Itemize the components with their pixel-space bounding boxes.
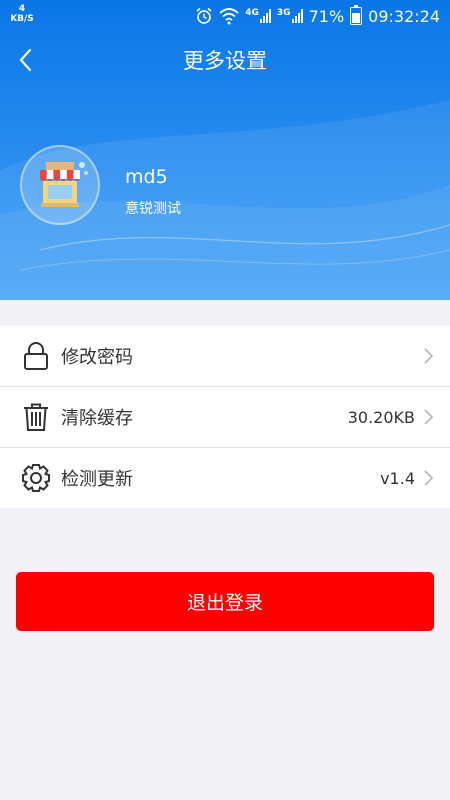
signal-4g: 4G xyxy=(245,9,271,23)
avatar xyxy=(20,145,100,225)
storefront-icon xyxy=(40,162,88,207)
network-speed: 4 KB/S xyxy=(10,4,34,24)
network-speed-value: 4 xyxy=(18,4,26,14)
chevron-right-icon xyxy=(424,470,434,486)
clock: 09:32:24 xyxy=(368,6,440,26)
network-speed-unit: KB/S xyxy=(10,14,34,24)
settings-row-label: 检测更新 xyxy=(61,469,133,490)
username: md5 xyxy=(125,166,168,188)
logout-button[interactable]: 退出登录 xyxy=(16,572,434,631)
signal-bars-icon xyxy=(291,9,303,23)
status-bar: 4 KB/S 4G 3G 71% 09:32:24 xyxy=(0,0,450,32)
profile-header: 4 KB/S 4G 3G 71% 09:32:24 更多设置 md5 意锐测试 xyxy=(0,0,450,300)
status-icons: 4G 3G 71% 09:32:24 xyxy=(195,5,440,27)
chevron-right-icon xyxy=(424,348,434,364)
settings-row-check-update[interactable]: 检测更新 v1.4 xyxy=(0,447,450,508)
company-name: 意锐测试 xyxy=(125,201,181,217)
battery-icon xyxy=(350,5,363,25)
signal-3g: 3G xyxy=(277,9,303,23)
settings-list: 修改密码 清除缓存 30.20KB 检测更新 v1.4 xyxy=(0,326,450,508)
battery-percent: 71% xyxy=(308,6,345,26)
wifi-icon xyxy=(219,8,239,25)
lock-icon xyxy=(24,342,48,370)
signal-bars-icon xyxy=(259,9,271,23)
cache-size: 30.20KB xyxy=(347,407,415,427)
settings-row-label: 修改密码 xyxy=(61,347,133,368)
settings-row-change-password[interactable]: 修改密码 xyxy=(0,326,450,386)
gear-icon xyxy=(22,464,50,492)
alarm-icon xyxy=(196,7,212,24)
settings-row-label: 清除缓存 xyxy=(61,408,133,429)
chevron-right-icon xyxy=(424,409,434,425)
app-version: v1.4 xyxy=(380,468,415,488)
trash-icon xyxy=(24,403,48,431)
page-title: 更多设置 xyxy=(183,49,267,73)
settings-row-clear-cache[interactable]: 清除缓存 30.20KB xyxy=(0,386,450,447)
